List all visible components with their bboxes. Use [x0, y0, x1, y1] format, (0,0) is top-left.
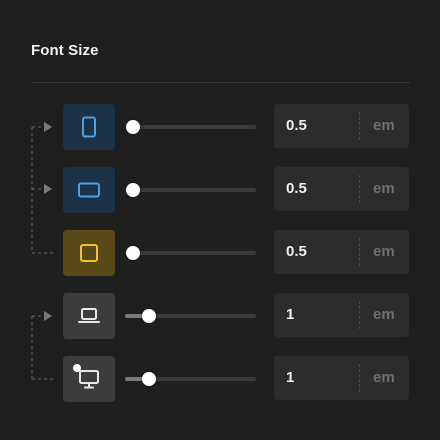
slider-track [125, 251, 256, 255]
device-button-desktop[interactable] [63, 356, 115, 402]
breakpoint-row-tablet-portrait: 0.5 em [0, 104, 440, 150]
slider-thumb[interactable] [126, 120, 140, 134]
slider-thumb[interactable] [126, 183, 140, 197]
field-separator [359, 301, 360, 329]
font-size-slider[interactable] [125, 245, 256, 261]
font-size-input[interactable]: 0.5 em [274, 230, 409, 274]
field-separator [359, 364, 360, 392]
desktop-icon [79, 370, 99, 389]
default-breakpoint-dot-icon [73, 364, 81, 372]
font-size-slider[interactable] [125, 308, 256, 324]
font-size-value[interactable]: 0.5 [286, 104, 307, 148]
tablet-landscape-icon [78, 182, 100, 198]
unit-selector[interactable]: em [373, 293, 395, 337]
unit-selector[interactable]: em [373, 167, 395, 211]
breakpoint-row-mobile: 0.5 em [0, 230, 440, 276]
slider-thumb[interactable] [142, 372, 157, 386]
device-button-tablet-portrait[interactable] [63, 104, 115, 150]
font-size-value[interactable]: 0.5 [286, 167, 307, 211]
slider-track [125, 125, 256, 129]
font-size-slider[interactable] [125, 182, 256, 198]
font-size-slider[interactable] [125, 119, 256, 135]
unit-selector[interactable]: em [373, 104, 395, 148]
font-size-value[interactable]: 1 [286, 293, 294, 337]
tablet-portrait-icon [82, 116, 96, 138]
device-button-tablet-landscape[interactable] [63, 167, 115, 213]
font-size-value[interactable]: 0.5 [286, 230, 307, 274]
field-separator [359, 112, 360, 140]
font-size-panel: Font Size 0.5 em 0.5 em 0.5 em 1 em 1 em [0, 0, 440, 440]
font-size-input[interactable]: 0.5 em [274, 104, 409, 148]
field-separator [359, 238, 360, 266]
font-size-input[interactable]: 0.5 em [274, 167, 409, 211]
slider-thumb[interactable] [142, 309, 157, 323]
field-separator [359, 175, 360, 203]
font-size-slider[interactable] [125, 371, 256, 387]
font-size-value[interactable]: 1 [286, 356, 294, 400]
breakpoint-row-tablet-landscape: 0.5 em [0, 167, 440, 213]
breakpoint-row-desktop: 1 em [0, 356, 440, 402]
slider-thumb[interactable] [126, 246, 140, 260]
laptop-icon [78, 308, 100, 323]
device-button-laptop[interactable] [63, 293, 115, 339]
unit-selector[interactable]: em [373, 230, 395, 274]
font-size-input[interactable]: 1 em [274, 293, 409, 337]
breakpoint-row-laptop: 1 em [0, 293, 440, 339]
slider-track [125, 188, 256, 192]
mobile-square-icon [80, 244, 98, 262]
device-button-mobile[interactable] [63, 230, 115, 276]
font-size-input[interactable]: 1 em [274, 356, 409, 400]
unit-selector[interactable]: em [373, 356, 395, 400]
